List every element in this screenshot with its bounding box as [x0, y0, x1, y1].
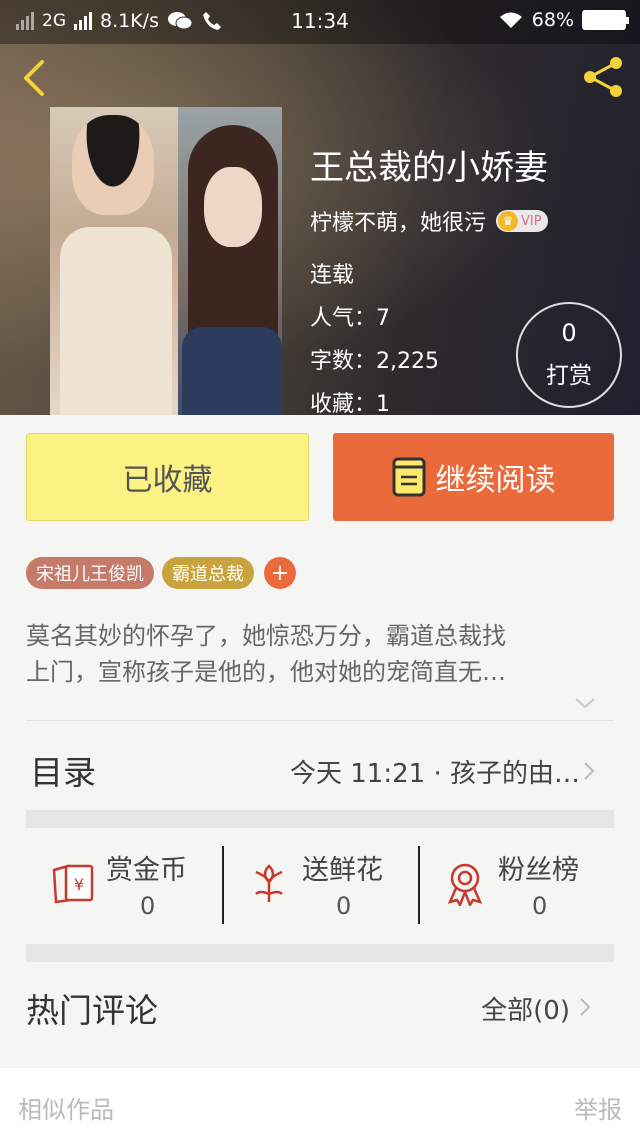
tag-item[interactable]: 宋祖儿王俊凯 [26, 557, 154, 589]
tip-count: 0 [561, 319, 577, 347]
table-of-contents-row[interactable]: 目录 今天 11:21 · 孩子的由… [26, 728, 614, 810]
book-header: 2G 8.1K/s 11:34 68% 王总裁的小娇妻 柠檬不萌，她很污 ♛ V… [0, 0, 640, 415]
all-comments-link[interactable]: 全部(0) [481, 990, 570, 1027]
toc-title: 目录 [30, 753, 96, 792]
coin-reward-item[interactable]: ¥ 赏金币 0 [26, 828, 222, 944]
section-spacer [26, 810, 614, 828]
vip-badge: ♛ VIP [496, 210, 548, 232]
description-line: 莫名其妙的怀孕了，她惊恐万分，霸道总裁找 [26, 622, 506, 650]
red-envelope-icon: ¥ [52, 864, 94, 904]
stat-value: 0 [336, 892, 352, 920]
report-link[interactable]: 举报 [574, 1090, 622, 1125]
latest-chapter: 今天 11:21 · 孩子的由… [290, 759, 580, 789]
wifi-icon [499, 12, 522, 28]
book-icon [392, 457, 425, 497]
share-button[interactable] [578, 52, 628, 102]
author-name[interactable]: 柠檬不萌，她很污 [310, 205, 486, 237]
crown-icon: ♛ [498, 211, 519, 231]
svg-text:¥: ¥ [74, 875, 84, 894]
flower-icon [255, 864, 283, 902]
similar-works-link[interactable]: 相似作品 [18, 1090, 114, 1125]
hot-comments-row[interactable]: 热门评论 全部(0) [26, 962, 614, 1052]
stat-label: 送鲜花 [302, 855, 383, 886]
favorited-button[interactable]: 已收藏 [26, 433, 309, 521]
status-bar: 2G 8.1K/s 11:34 68% [0, 0, 640, 44]
fan-stats: ¥ 赏金币 0 送鲜花 0 粉丝榜 0 [26, 828, 614, 944]
chevron-right-icon [584, 762, 595, 780]
tip-label: 打赏 [546, 363, 592, 389]
stat-label: 赏金币 [106, 855, 187, 886]
divider [26, 720, 614, 721]
stat-value: 0 [532, 892, 548, 920]
book-description[interactable]: 莫名其妙的怀孕了，她惊恐万分，霸道总裁找 上门，宣称孩子是他的，他对她的宠简直无… [26, 618, 616, 690]
serial-status: 连载 [310, 263, 355, 288]
tag-item[interactable]: 霸道总裁 [162, 557, 254, 589]
book-cover[interactable] [50, 107, 282, 415]
word-count: 字数：2,225 [310, 349, 439, 374]
favorite-count: 收藏：1 [310, 392, 390, 415]
back-button[interactable] [16, 58, 56, 98]
tag-list: 宋祖儿王俊凯 霸道总裁 + [26, 557, 296, 589]
section-spacer [26, 944, 614, 962]
stat-label: 粉丝榜 [498, 855, 579, 886]
expand-chevron-icon[interactable] [573, 695, 597, 711]
medal-icon [447, 863, 483, 906]
battery-icon [582, 10, 629, 30]
description-line: 上门，宣称孩子是他的，他对她的宠简直无… [26, 658, 506, 686]
stat-value: 0 [140, 892, 156, 920]
fan-ranking-item[interactable]: 粉丝榜 0 [418, 828, 614, 944]
popularity: 人气：7 [310, 306, 390, 331]
book-title: 王总裁的小娇妻 [310, 148, 548, 188]
tip-button[interactable]: 0 打赏 [516, 302, 622, 408]
battery-percent: 68% [531, 9, 574, 31]
continue-reading-button[interactable]: 继续阅读 [333, 433, 614, 521]
comments-title: 热门评论 [26, 991, 158, 1030]
footer: 相似作品 举报 [0, 1068, 640, 1138]
chevron-right-icon [580, 998, 591, 1016]
send-flower-item[interactable]: 送鲜花 0 [222, 828, 418, 944]
add-tag-button[interactable]: + [264, 557, 296, 589]
continue-reading-label: 继续阅读 [435, 463, 556, 498]
